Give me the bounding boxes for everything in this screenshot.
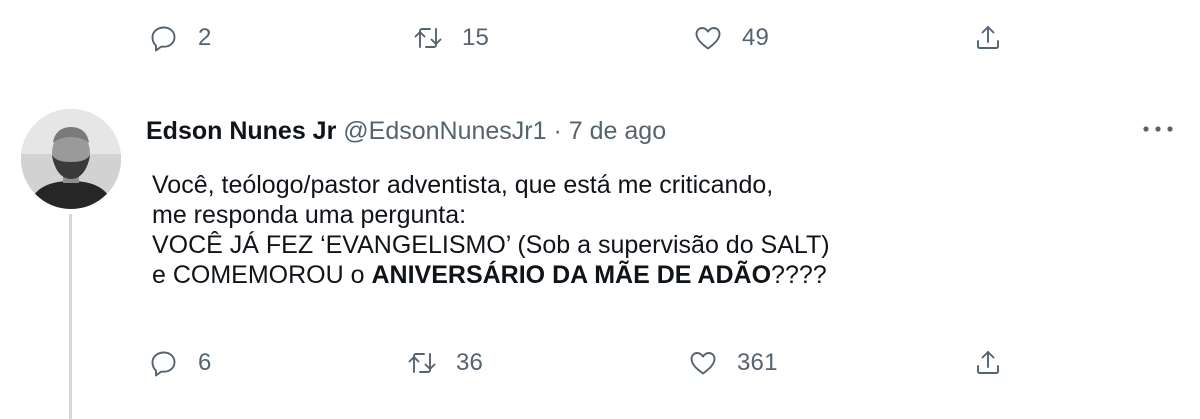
avatar[interactable]	[21, 109, 121, 209]
reply-icon	[146, 20, 182, 56]
author-handle[interactable]: @EdsonNunesJr1	[343, 117, 546, 145]
reply-icon	[146, 345, 182, 381]
thread-connector-line	[69, 214, 72, 419]
retweet-icon	[410, 20, 446, 56]
prev-like-button[interactable]: 49	[690, 18, 769, 58]
tweet-text-line: e COMEMOROU o ANIVERSÁRIO DA MÃE DE ADÃO…	[152, 260, 1152, 290]
tweet-text-segment: e COMEMOROU o	[152, 261, 372, 289]
tweet-text: Você, teólogo/pastor adventista, que est…	[152, 170, 1152, 290]
prev-tweet-action-bar: 2 15 49	[0, 18, 1200, 58]
like-button[interactable]: 361	[685, 343, 778, 383]
like-count: 49	[742, 24, 770, 51]
more-options-button[interactable]	[1138, 116, 1178, 146]
retweet-count: 15	[462, 24, 490, 51]
reply-count: 6	[198, 349, 212, 376]
tweet-date[interactable]: 7 de ago	[569, 117, 666, 145]
tweet-text-segment: ????	[771, 261, 827, 289]
tweet-header: Edson Nunes Jr @EdsonNunesJr1 · 7 de ago	[146, 113, 666, 149]
prev-share-button[interactable]	[970, 18, 1006, 58]
timeline: 2 15 49 Edson Nunes Jr @EdsonNunesJr1 · …	[0, 0, 1200, 419]
like-count: 361	[737, 349, 778, 376]
share-button[interactable]	[970, 343, 1006, 383]
more-icon	[1140, 122, 1176, 140]
tweet-text-line: VOCÊ JÁ FEZ ‘EVANGELISMO’ (Sob a supervi…	[152, 231, 830, 259]
heart-icon	[685, 345, 721, 381]
prev-retweet-button[interactable]: 15	[410, 18, 489, 58]
tweet-action-bar: 6 36 361	[0, 343, 1200, 383]
share-icon	[970, 345, 1006, 381]
heart-icon	[690, 20, 726, 56]
retweet-count: 36	[456, 349, 484, 376]
tweet-text-line: Você, teólogo/pastor adventista, que est…	[152, 171, 774, 199]
prev-reply-button[interactable]: 2	[146, 18, 212, 58]
author-name[interactable]: Edson Nunes Jr	[146, 117, 336, 145]
tweet-text-bold-segment: ANIVERSÁRIO DA MÃE DE ADÃO	[371, 261, 772, 289]
tweet-text-line: me responda uma pergunta:	[152, 201, 467, 229]
retweet-icon	[404, 345, 440, 381]
reply-count: 2	[198, 24, 212, 51]
header-separator: ·	[553, 117, 562, 145]
share-icon	[970, 20, 1006, 56]
retweet-button[interactable]: 36	[404, 343, 483, 383]
reply-button[interactable]: 6	[146, 343, 212, 383]
